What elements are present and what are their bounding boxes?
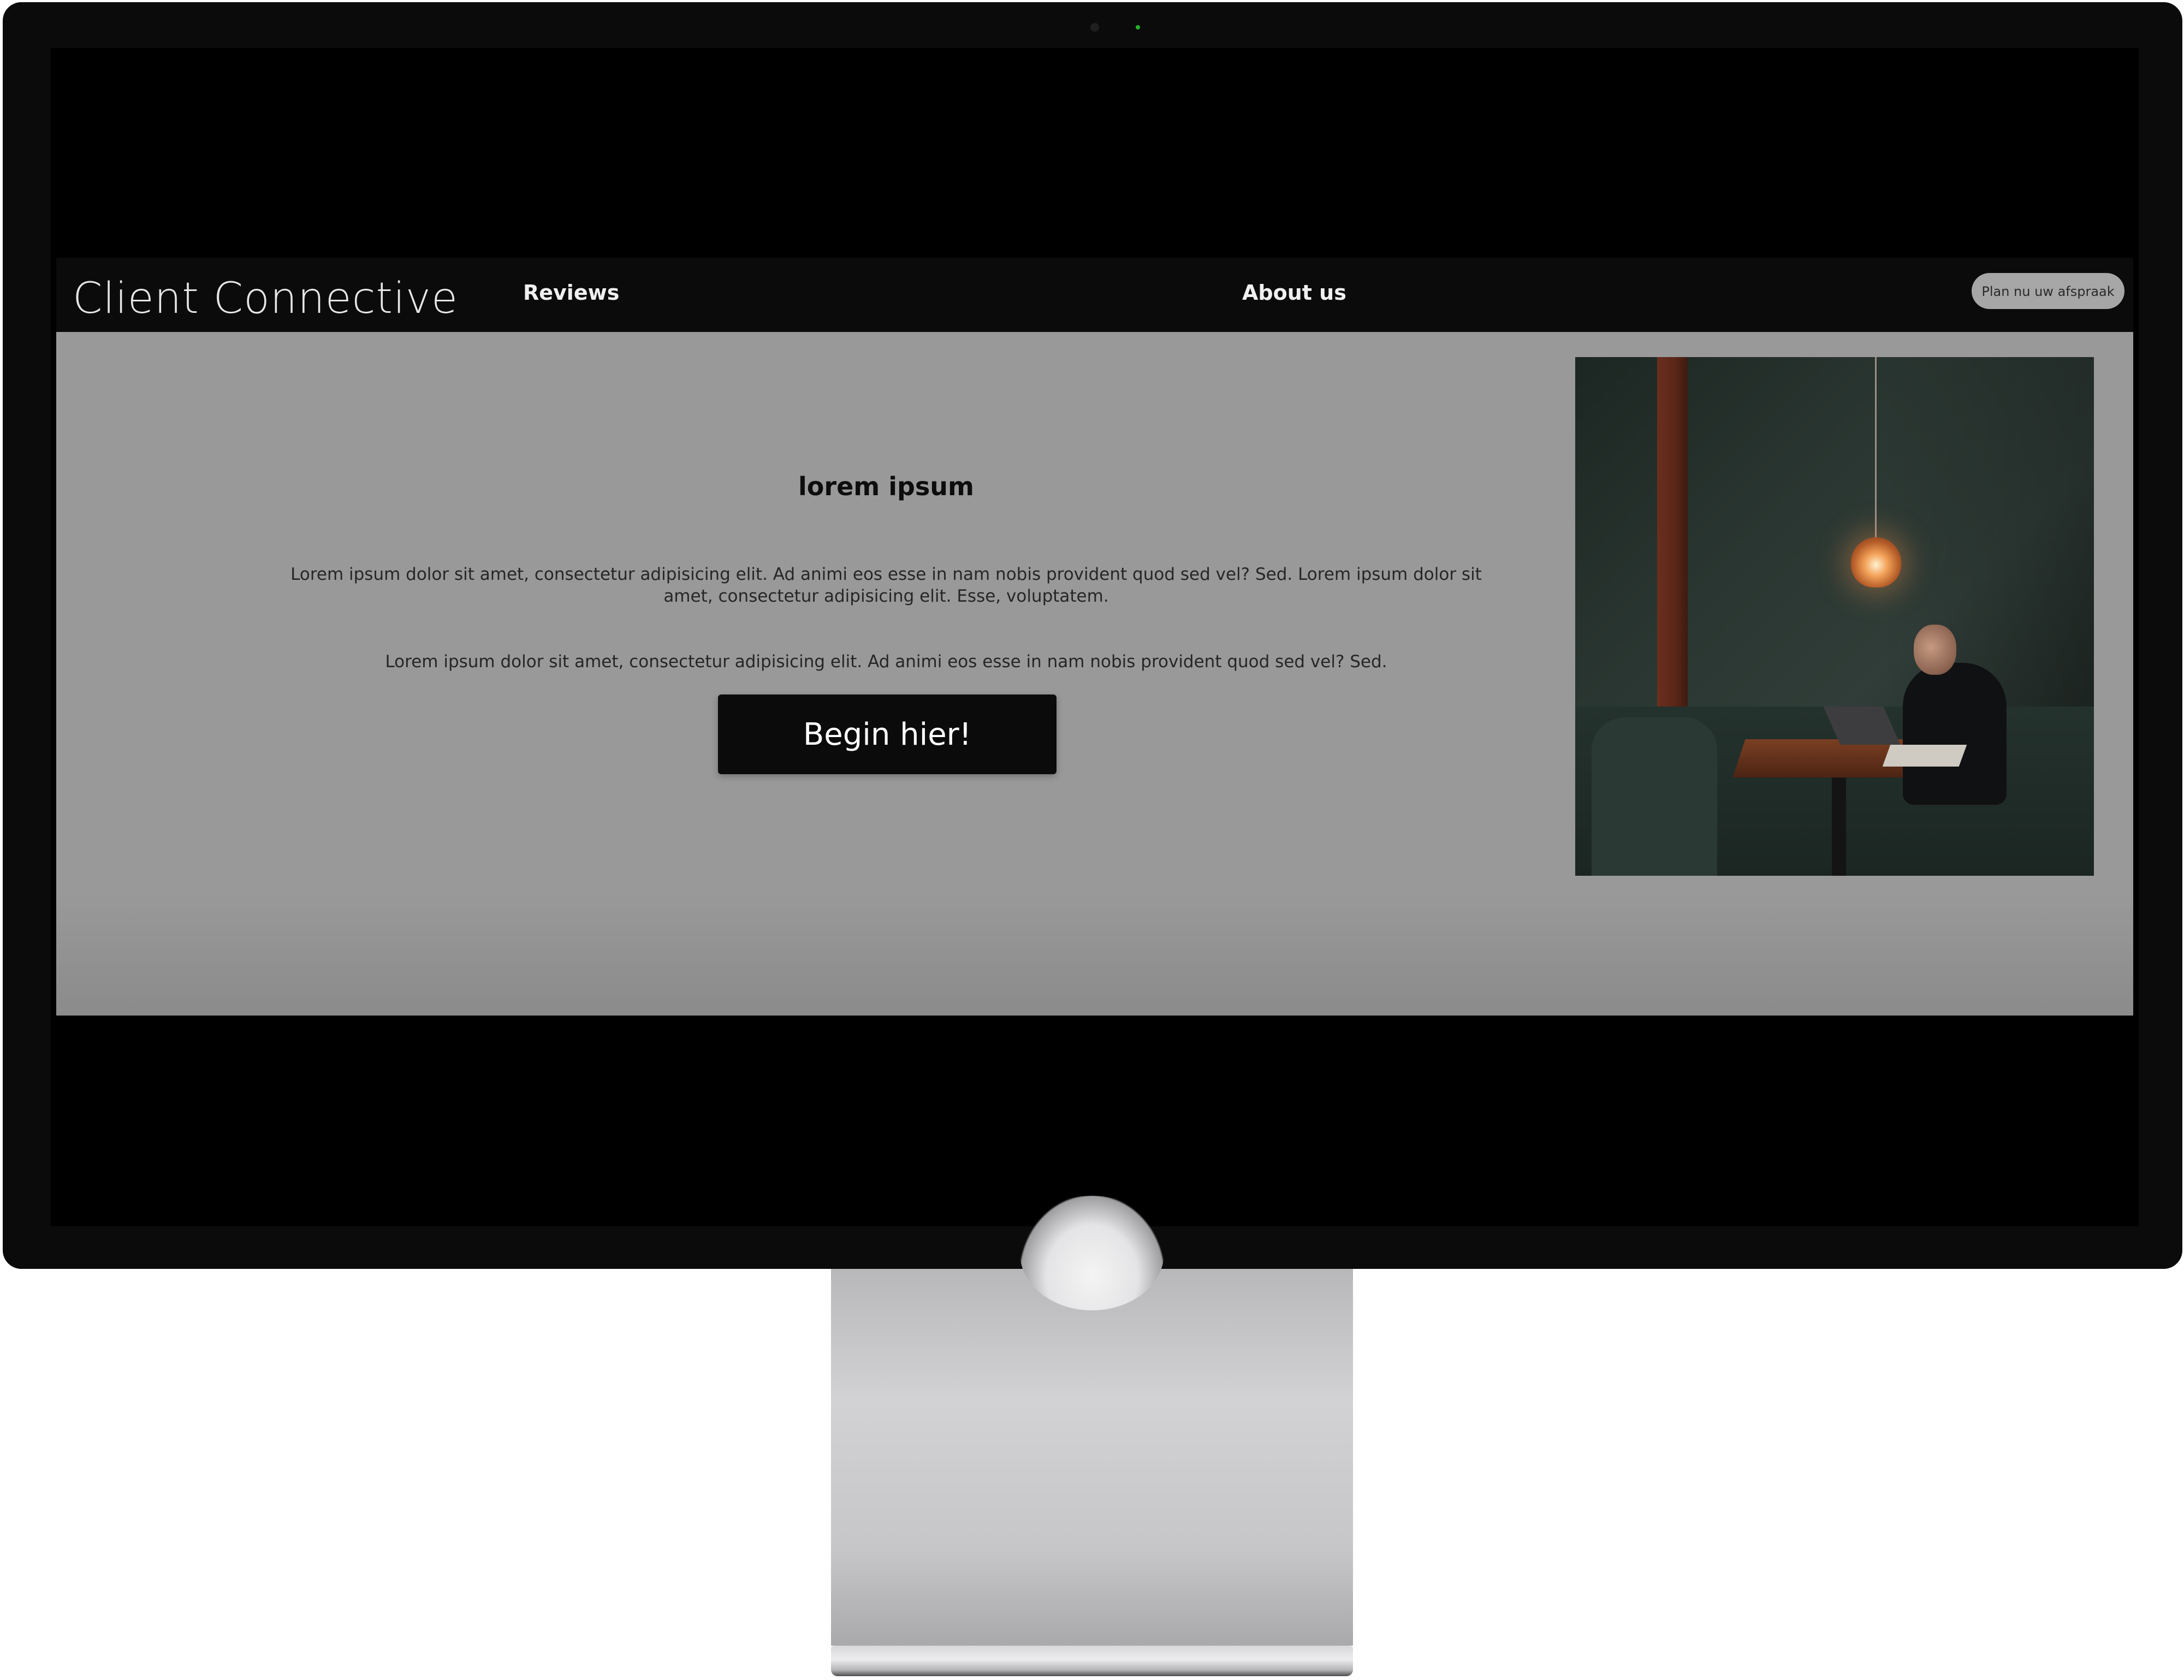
photo-table-leg [1832, 777, 1846, 876]
hero-paragraph-2: Lorem ipsum dolor sit amet, consectetur … [385, 652, 1387, 672]
photo-pendant-lamp [1851, 537, 1901, 587]
plan-appointment-button[interactable]: Plan nu uw afspraak [1972, 273, 2124, 309]
photo-lamp-cord [1875, 357, 1877, 543]
site-header: Client Connective Reviews About us Plan … [56, 258, 2133, 332]
monitor-bezel: Client Connective Reviews About us Plan … [3, 2, 2182, 1269]
nav-link-reviews[interactable]: Reviews [523, 281, 619, 305]
photo-person-body [1903, 663, 2007, 805]
hero-photo [1575, 357, 2094, 876]
photo-papers [1882, 745, 1967, 767]
monitor-stand-hole [1020, 1196, 1164, 1310]
brand-logo[interactable]: Client Connective [73, 274, 458, 323]
monitor-stand-base [831, 1646, 1353, 1676]
photo-sofa-back [1592, 717, 1717, 876]
monitor-stand [831, 1269, 1353, 1646]
screen-empty-area [51, 1016, 2139, 1226]
monitor-screen: Client Connective Reviews About us Plan … [51, 48, 2139, 1226]
camera-led-icon [1136, 25, 1140, 29]
page: Client Connective Reviews About us Plan … [0, 0, 2184, 1680]
hero-section: lorem ipsum Lorem ipsum dolor sit amet, … [56, 332, 2133, 1016]
camera-icon [1090, 23, 1099, 32]
nav-link-about[interactable]: About us [1242, 281, 1346, 305]
photo-person-head [1914, 625, 1956, 675]
hero-heading: lorem ipsum [798, 472, 974, 501]
hero-paragraph-1: Lorem ipsum dolor sit amet, consectetur … [290, 565, 1482, 606]
begin-button[interactable]: Begin hier! [718, 694, 1057, 774]
